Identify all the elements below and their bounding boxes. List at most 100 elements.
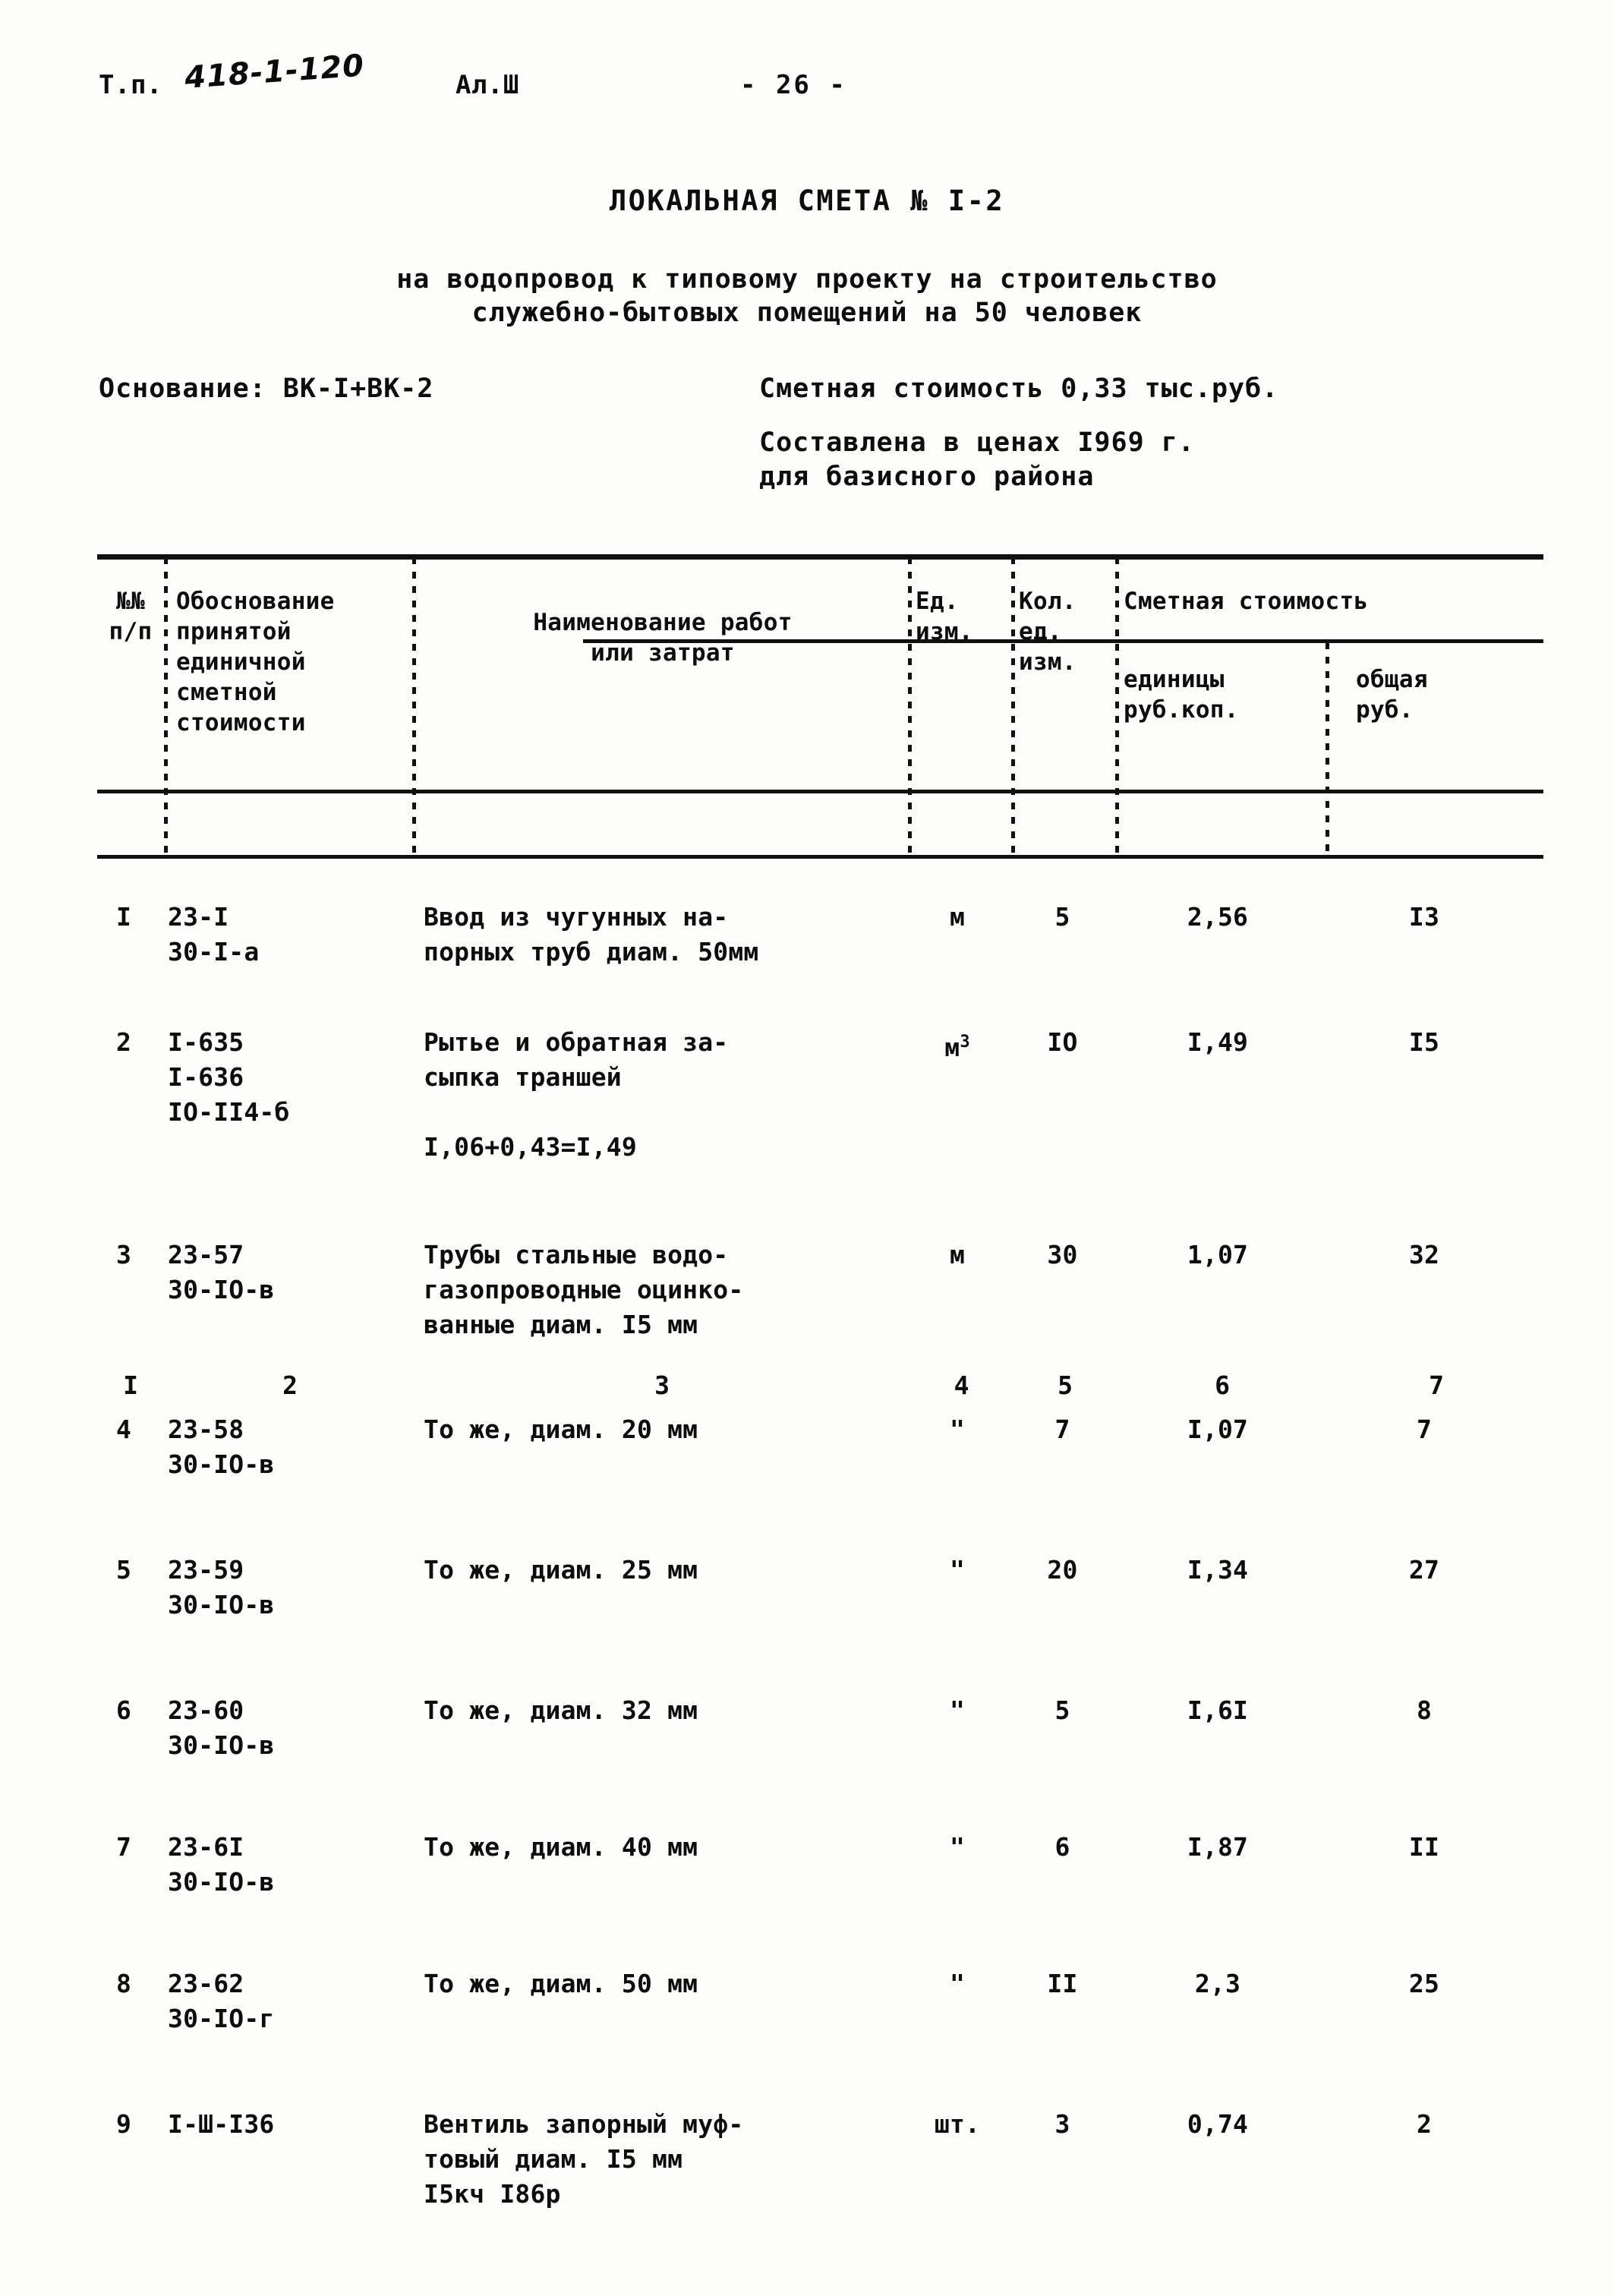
cell-justification: 23-62 30-IO-г — [168, 1969, 275, 2033]
colnum-7: 7 — [1429, 1370, 1444, 1400]
cell-unit_price: 1,07 — [1187, 1240, 1249, 1269]
colnum-5: 5 — [1058, 1370, 1073, 1400]
cell-name: То же, диам. 40 мм — [424, 1832, 698, 1862]
project-code-label: Т.п. — [99, 70, 162, 100]
base-region-line: для базисного района — [759, 462, 1095, 492]
col-sep-1 — [164, 557, 168, 855]
cell-qty: 30 — [1047, 1240, 1078, 1269]
header-col-1: №№ п/п — [109, 588, 153, 645]
cell-no: 8 — [115, 1969, 132, 1998]
header-col-4: Ед. изм. — [916, 588, 973, 645]
column-number-rule — [97, 855, 1543, 859]
cell-no: I — [115, 902, 132, 932]
price-year-line: Составлена в ценах I969 г. — [759, 427, 1195, 458]
cell-total: II — [1408, 1832, 1440, 1862]
cell-name: То же, диам. 50 мм — [424, 1969, 698, 1998]
header-col-7: общая руб. — [1356, 666, 1428, 724]
document-page: Т.п. 418-1-120 Ал.Ш - 26 - ЛОКАЛЬНАЯ СМЕ… — [0, 0, 1614, 2296]
cell-unit: " — [949, 1414, 966, 1444]
cell-no: 4 — [115, 1414, 132, 1444]
cell-no: 9 — [115, 2109, 132, 2139]
cell-total: 32 — [1408, 1240, 1440, 1269]
album-label: Ал.Ш — [456, 70, 519, 100]
project-code-handwritten-value: 418-1-120 — [183, 48, 366, 96]
cell-name: То же, диам. 20 мм — [424, 1414, 698, 1444]
cell-unit: " — [949, 1969, 966, 1998]
page-number: - 26 - — [740, 70, 847, 100]
cell-name: То же, диам. 25 мм — [424, 1555, 698, 1585]
col-sep-3 — [908, 557, 912, 855]
header-col-2: Обоснование принятой единичной сметной с… — [176, 588, 335, 736]
page-title: ЛОКАЛЬНАЯ СМЕТА № I-2 — [609, 184, 1005, 217]
estimate-table: №№ п/п Обоснование принятой единичной см… — [97, 554, 1543, 2263]
cell-name: Рытье и обратная за- сыпка траншей I,06+… — [424, 1027, 729, 1162]
cell-unit_price: 0,74 — [1187, 2109, 1249, 2139]
estimated-cost-line: Сметная стоимость 0,33 тыс.руб. — [759, 374, 1279, 404]
subtitle-line-2: служебно-бытовых помещений на 50 человек — [471, 298, 1143, 328]
cell-unit: м — [949, 1240, 966, 1269]
cell-total: 2 — [1416, 2109, 1433, 2139]
cell-unit_price: I,49 — [1187, 1027, 1249, 1057]
colnum-4: 4 — [954, 1370, 969, 1400]
cell-name: Ввод из чугунных на- порных труб диам. 5… — [424, 902, 759, 967]
cell-justification: 23-I 30-I-а — [168, 902, 260, 967]
table-top-rule — [97, 554, 1543, 560]
col-sep-5 — [1115, 557, 1119, 855]
cell-qty: 6 — [1054, 1832, 1070, 1862]
cell-unit_price: 2,56 — [1187, 902, 1249, 932]
cell-qty: 20 — [1047, 1555, 1078, 1585]
colnum-6: 6 — [1215, 1370, 1230, 1400]
cell-no: 2 — [115, 1027, 132, 1057]
cell-total: 25 — [1408, 1969, 1440, 1998]
cell-unit_price: I,07 — [1187, 1414, 1249, 1444]
colnum-1: I — [123, 1370, 138, 1400]
cell-qty: 5 — [1054, 1695, 1070, 1725]
cell-unit: " — [949, 1555, 966, 1585]
unit-superscript: 3 — [960, 1033, 970, 1052]
cell-total: 8 — [1416, 1695, 1433, 1725]
cell-unit_price: 2,3 — [1194, 1969, 1241, 1998]
col-sep-4 — [1011, 557, 1015, 855]
cell-justification: I-635 I-636 IO-II4-б — [168, 1027, 290, 1127]
cell-justification: 23-6I 30-IO-в — [168, 1832, 275, 1897]
page-header: Т.п. 418-1-120 Ал.Ш - 26 - — [0, 49, 1614, 115]
basis-line: Основание: ВК-I+ВК-2 — [99, 374, 434, 404]
cell-name: Вентиль запорный муф- товый диам. I5 мм … — [424, 2109, 744, 2209]
cell-name: Трубы стальные водо- газопроводные оцинк… — [424, 1240, 744, 1339]
colnum-2: 2 — [282, 1370, 298, 1400]
header-col-group-cost: Сметная стоимость — [1124, 588, 1369, 615]
cell-qty: IO — [1047, 1027, 1078, 1057]
cell-qty: 3 — [1054, 2109, 1070, 2139]
header-col-5: Кол. ед. изм. — [1019, 588, 1077, 676]
cell-unit: " — [949, 1832, 966, 1862]
cell-unit: м3 — [944, 1033, 970, 1062]
cell-total: 7 — [1416, 1414, 1433, 1444]
cell-total: I3 — [1408, 902, 1440, 932]
cell-qty: II — [1047, 1969, 1078, 1998]
cell-qty: 5 — [1054, 902, 1070, 932]
cell-no: 3 — [115, 1240, 132, 1269]
cell-no: 7 — [115, 1832, 132, 1862]
header-col-6: единицы руб.коп. — [1124, 666, 1239, 724]
cell-justification: 23-60 30-IO-в — [168, 1695, 275, 1760]
colnum-3: 3 — [654, 1370, 670, 1400]
cell-justification: 23-57 30-IO-в — [168, 1240, 275, 1304]
cell-unit: м — [949, 902, 966, 932]
col-sep-2 — [412, 557, 416, 855]
cell-unit_price: I,34 — [1187, 1555, 1249, 1585]
cell-no: 6 — [115, 1695, 132, 1725]
cell-total: I5 — [1408, 1027, 1440, 1057]
cell-justification: 23-59 30-IO-в — [168, 1555, 275, 1620]
cell-unit_price: I,6I — [1187, 1695, 1249, 1725]
cell-unit_price: I,87 — [1187, 1832, 1249, 1862]
cell-no: 5 — [115, 1555, 132, 1585]
col-sep-6 — [1326, 642, 1329, 855]
cell-name: То же, диам. 32 мм — [424, 1695, 698, 1725]
header-col-3: Наименование работ или затрат — [533, 609, 793, 667]
cell-justification: 23-58 30-IO-в — [168, 1414, 275, 1479]
cell-justification: I-Ш-I36 — [168, 2109, 275, 2139]
cell-qty: 7 — [1054, 1414, 1070, 1444]
cell-unit: шт. — [934, 2109, 981, 2139]
subtitle-line-1: на водопровод к типовому проекту на стро… — [396, 264, 1218, 295]
cell-unit: " — [949, 1695, 966, 1725]
